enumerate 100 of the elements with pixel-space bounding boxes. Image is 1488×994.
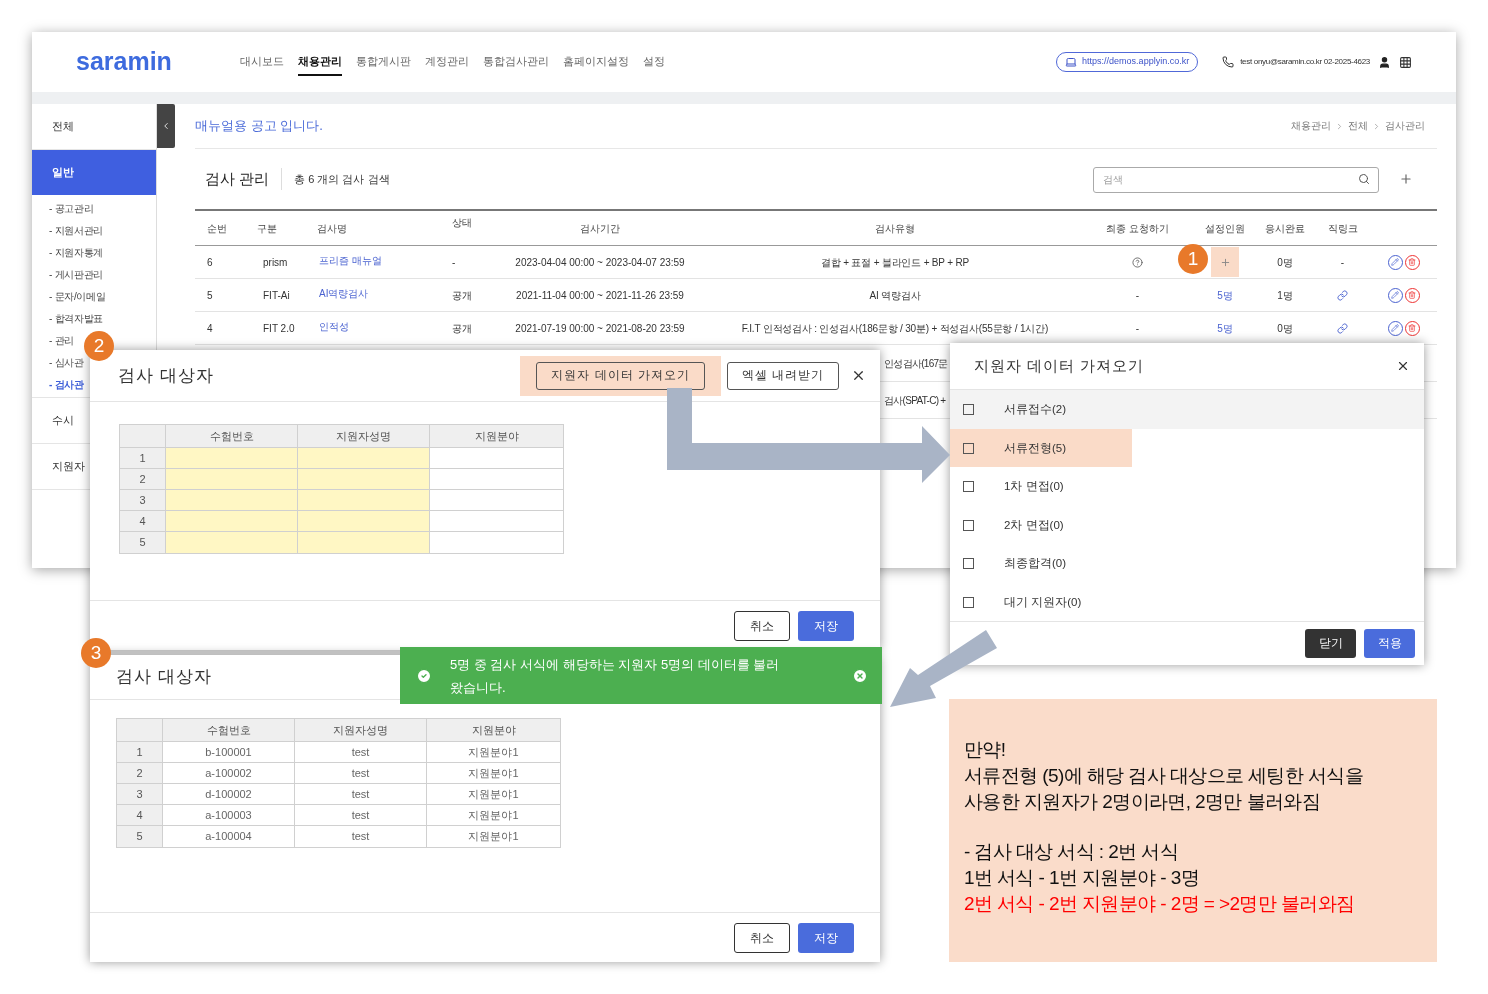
- chevron-left-icon: [161, 121, 171, 131]
- breadcrumb-item[interactable]: 채용관리: [1291, 118, 1331, 134]
- pencil-icon: [1391, 324, 1399, 332]
- column-header: 수험번호: [163, 719, 295, 741]
- table-cell[interactable]: [166, 511, 298, 531]
- nav-tab[interactable]: 통합게시판: [356, 47, 411, 77]
- applicant-count-link[interactable]: 5명: [1213, 314, 1237, 342]
- column-header: 직링크: [1327, 221, 1358, 236]
- sidebar-subitem[interactable]: - 관리: [49, 329, 74, 351]
- nav-tab[interactable]: 홈페이지설정: [563, 47, 629, 77]
- note-text: 서류전형 (5)에 해당 검사 대상으로 세팅한 서식을: [964, 764, 1365, 788]
- table-cell[interactable]: [166, 469, 298, 489]
- checkbox[interactable]: [963, 558, 974, 570]
- nav-tab[interactable]: 대시보드: [240, 47, 284, 77]
- row-number: 1: [120, 448, 166, 468]
- sidebar-subitem[interactable]: - 문자/이메일: [49, 285, 106, 307]
- table-cell[interactable]: [298, 490, 430, 510]
- sidebar-subitem[interactable]: - 지원자통계: [49, 241, 103, 263]
- link-icon[interactable]: [1337, 289, 1348, 301]
- table-cell[interactable]: [166, 448, 298, 468]
- table-cell-text: 2021-11-04 00:00 ~ 2021-11-26 23:59: [515, 288, 685, 303]
- nav-tab[interactable]: 설정: [643, 47, 665, 77]
- table-cell-text: AI 역량검사: [868, 288, 922, 303]
- apps-grid-icon: [1399, 55, 1412, 69]
- nav-tab[interactable]: 통합검사관리: [483, 47, 549, 77]
- row-number: 2: [117, 763, 163, 783]
- breadcrumb-item[interactable]: 전체: [1348, 118, 1368, 134]
- excel-download-button[interactable]: 엑셀 내려받기: [726, 361, 839, 390]
- nav-tab[interactable]: 채용관리: [298, 47, 342, 77]
- row-number: 3: [117, 784, 163, 804]
- table-cell-text: 공개: [451, 288, 473, 303]
- sidebar-subitem[interactable]: - 게시판관리: [49, 263, 103, 285]
- close-dialog-button[interactable]: 닫기: [1305, 629, 1356, 659]
- cancel-button[interactable]: 취소: [734, 610, 790, 641]
- row-number: 4: [120, 511, 166, 531]
- option-label: 최종합격(0): [1004, 556, 1067, 572]
- nav-tab[interactable]: 계정관리: [425, 47, 469, 77]
- table-cell-text: -: [1135, 321, 1140, 336]
- logo[interactable]: saramin: [76, 43, 240, 81]
- table-cell[interactable]: [166, 490, 298, 510]
- note-text: 1번 서식 - 1번 지원분야 - 3명: [964, 866, 1201, 890]
- table-cell-text: 2023-04-04 00:00 ~ 2023-04-07 23:59: [514, 255, 686, 270]
- option-label: 대기 지원자(0): [1004, 594, 1082, 610]
- check-icon: [416, 667, 432, 684]
- option-row[interactable]: 1차 면접(0): [950, 467, 1424, 506]
- test-name-link[interactable]: AI역량검사: [305, 279, 440, 301]
- option-label: 서류전형(5): [1004, 440, 1067, 456]
- dialog-title: 지원자 데이터 가져오기: [974, 356, 1145, 376]
- row-number: 5: [117, 826, 163, 847]
- search-field[interactable]: 검색: [1093, 166, 1379, 193]
- breadcrumb-item[interactable]: 검사관리: [1385, 118, 1425, 134]
- save-button[interactable]: 저장: [798, 610, 854, 641]
- sidebar-subitem[interactable]: - 지원서관리: [49, 219, 103, 241]
- column-header: 지원분야: [473, 428, 520, 444]
- close-toast-button[interactable]: [852, 667, 868, 684]
- table-cell[interactable]: [298, 469, 430, 489]
- option-row[interactable]: 최종합격(0): [950, 544, 1424, 583]
- column-header: 지원분야: [470, 722, 517, 738]
- option-row[interactable]: 2차 면접(0): [950, 506, 1424, 545]
- option-label: 2차 면접(0): [1004, 517, 1064, 533]
- sidebar-subitem[interactable]: - 심사관: [49, 351, 84, 373]
- table-cell[interactable]: [298, 532, 430, 553]
- laptop-icon: [1065, 56, 1078, 68]
- help-icon: [1132, 256, 1143, 268]
- option-label: 1차 면접(0): [1004, 479, 1064, 495]
- checkbox[interactable]: [963, 404, 974, 416]
- test-name-link[interactable]: 인적성: [305, 312, 440, 334]
- applicant-count-link[interactable]: 5명: [1213, 281, 1237, 309]
- table-cell[interactable]: [298, 511, 430, 531]
- apply-button[interactable]: 적용: [1364, 629, 1415, 659]
- close-button[interactable]: [851, 368, 866, 383]
- sidebar-item[interactable]: 전체: [32, 104, 156, 149]
- checkbox[interactable]: [963, 596, 974, 608]
- sidebar-subitem[interactable]: - 합격자발표: [49, 307, 103, 329]
- row-number: 3: [120, 490, 166, 510]
- table-cell-text: 0명: [1276, 321, 1294, 336]
- cancel-button[interactable]: 취소: [734, 922, 790, 953]
- chevron-icon: [1372, 121, 1381, 131]
- option-row[interactable]: 서류전형(5): [950, 429, 1424, 468]
- table-cell[interactable]: [298, 448, 430, 468]
- pencil-icon: [1391, 258, 1399, 266]
- table-cell-text: FIT-Ai: [262, 288, 291, 303]
- table-cell[interactable]: [166, 532, 298, 553]
- column-header: 응시완료: [1265, 221, 1305, 236]
- checkbox[interactable]: [963, 442, 974, 454]
- sidebar-item[interactable]: 일반: [32, 150, 156, 195]
- link-icon[interactable]: [1337, 322, 1348, 334]
- sidebar-subitem[interactable]: - 공고관리: [49, 197, 94, 219]
- table-cell-text: 인성검사(167문: [884, 356, 948, 371]
- option-row[interactable]: 대기 지원자(0): [950, 583, 1424, 622]
- test-name-link[interactable]: 프리즘 매뉴얼: [305, 246, 440, 268]
- save-button[interactable]: 저장: [798, 922, 854, 953]
- table-cell-text: 1명: [1276, 288, 1294, 303]
- sidebar-subitem[interactable]: - 검사관: [49, 373, 84, 395]
- checkbox[interactable]: [963, 481, 974, 493]
- checkbox[interactable]: [963, 519, 974, 531]
- trash-icon: [1408, 258, 1416, 266]
- option-label: 서류접수(2): [1004, 402, 1067, 418]
- search-icon[interactable]: [1358, 173, 1370, 185]
- option-row[interactable]: 서류접수(2): [950, 390, 1424, 429]
